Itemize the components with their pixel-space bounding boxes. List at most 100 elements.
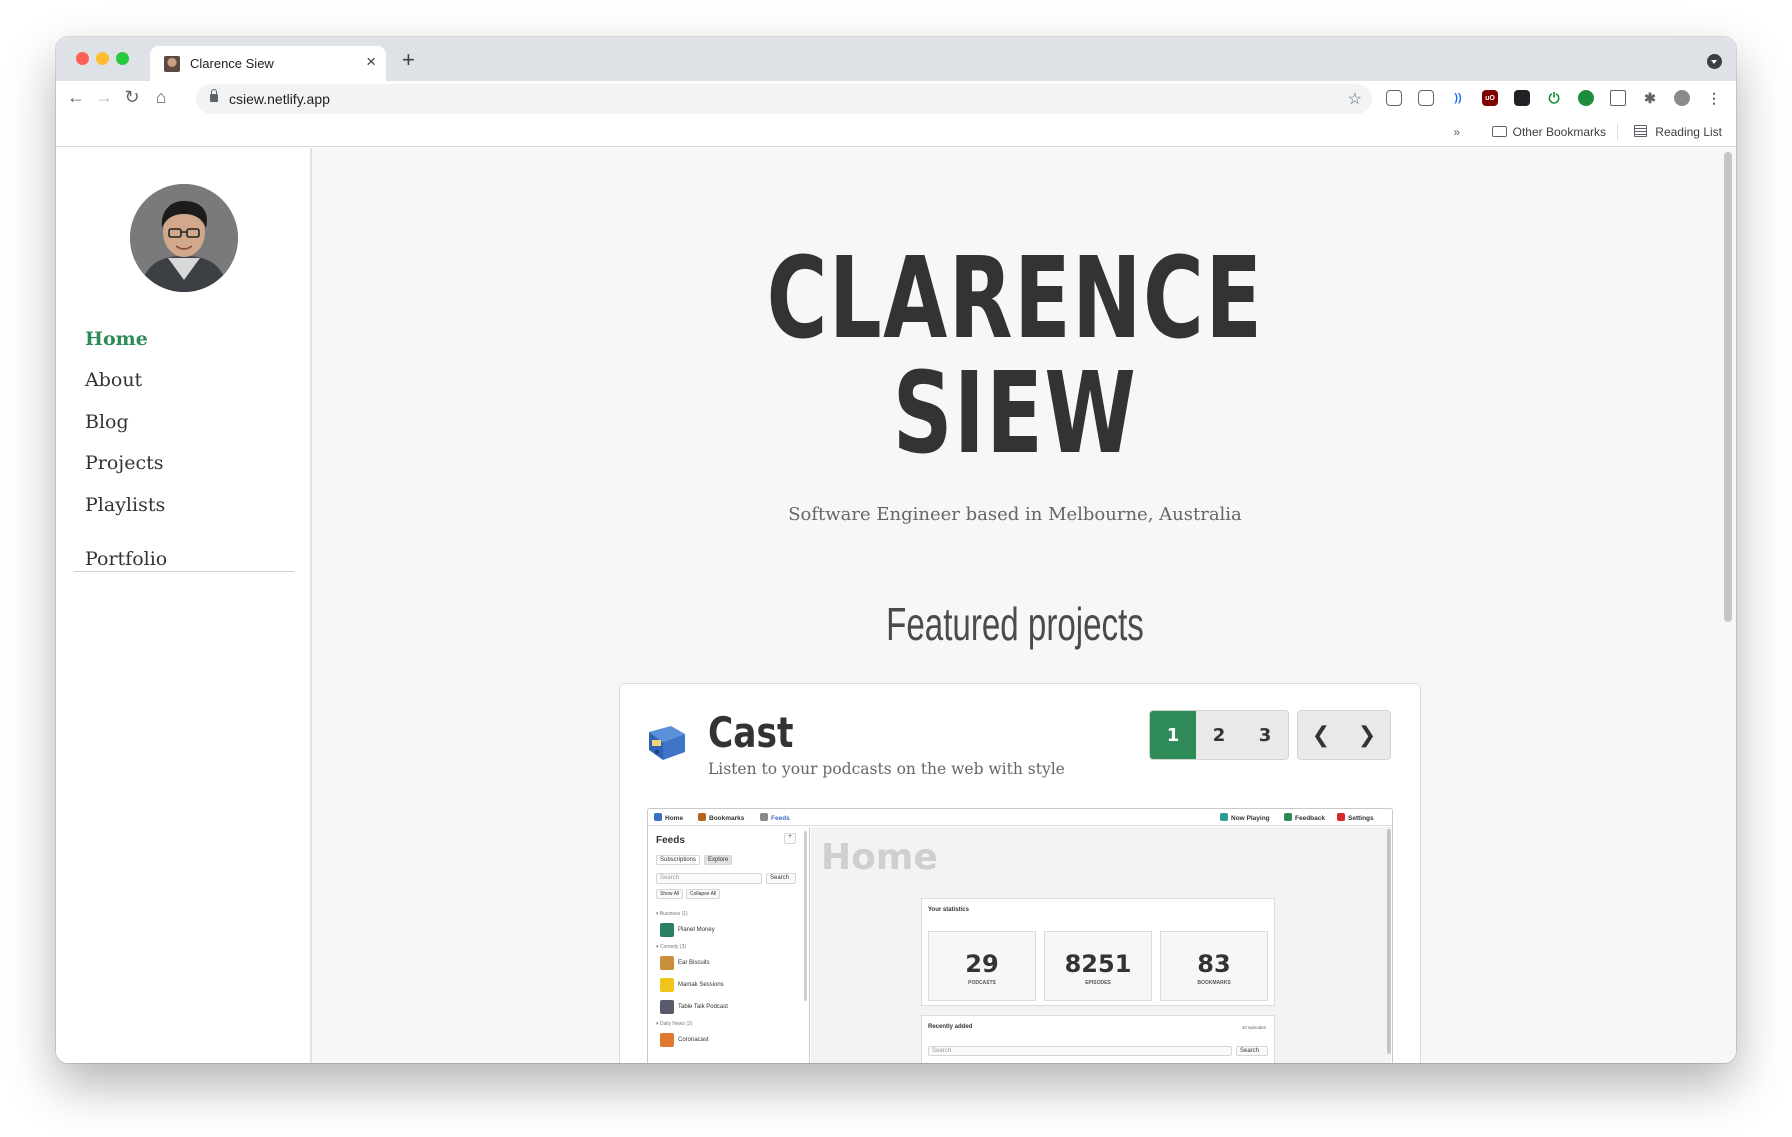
avatar xyxy=(130,184,238,292)
reading-list-label: Reading List xyxy=(1655,125,1722,139)
new-tab-icon[interactable]: + xyxy=(402,47,415,73)
extensions-puzzle-icon[interactable]: ✱ xyxy=(1642,90,1658,106)
screenshot-nav-feeds: Feeds xyxy=(760,813,790,822)
kebab-menu-icon[interactable]: ⋮ xyxy=(1706,90,1722,106)
page-3-button[interactable]: 3 xyxy=(1242,711,1288,759)
extension-badge-icon[interactable] xyxy=(1514,90,1530,106)
pocket-icon[interactable] xyxy=(1386,90,1402,106)
screenshot-group-label: ▾ Comedy (3) xyxy=(656,944,687,950)
sidebar-divider xyxy=(74,571,294,572)
screenshot-stat-episodes: 8251 EPISODES xyxy=(1044,931,1152,1001)
screenshot-sidebar: Feeds + Subscriptions Explore Search Sea… xyxy=(648,827,810,1063)
hero-name-line1: CLARENCE xyxy=(766,234,1264,364)
tab-strip: Clarence Siew × + xyxy=(56,37,1736,81)
project-arrows: ❮ ❯ xyxy=(1297,710,1391,760)
sidebar: Home About Blog Projects Playlists Portf… xyxy=(56,148,312,1063)
settings-icon xyxy=(1337,813,1345,821)
screenshot-collapse-all-button: Collapse All xyxy=(686,889,721,899)
close-window-button[interactable] xyxy=(76,52,89,65)
page-1-button[interactable]: 1 xyxy=(1150,711,1196,759)
page-2-button[interactable]: 2 xyxy=(1196,711,1242,759)
sidebar-item-about[interactable]: About xyxy=(85,369,142,391)
back-icon[interactable]: ← xyxy=(64,87,88,108)
screenshot-feed-item: Ear Biscuits xyxy=(678,960,710,966)
sidebar-item-projects[interactable]: Projects xyxy=(85,452,163,474)
screenshot-nav-now-playing: Now Playing xyxy=(1220,813,1270,822)
screenshot-main-scrollbar xyxy=(1387,829,1391,1054)
picture-in-picture-icon[interactable] xyxy=(1418,90,1434,106)
screenshot-stat-podcasts: 29 PODCASTS xyxy=(928,931,1036,1001)
reading-list[interactable]: Reading List xyxy=(1634,125,1722,139)
lock-icon xyxy=(210,89,218,102)
ublock-icon[interactable]: uO xyxy=(1482,90,1498,106)
tagline: Software Engineer based in Melbourne, Au… xyxy=(788,504,1242,525)
browser-window: Clarence Siew × + ← → ↻ ⌂ csiew.netlify.… xyxy=(56,37,1736,1063)
bookmarks-bar: » Other Bookmarks Reading List xyxy=(56,117,1736,147)
power-icon[interactable]: ⏻ xyxy=(1546,90,1562,106)
profile-avatar-icon[interactable] xyxy=(1674,90,1690,106)
bookmark-star-icon[interactable]: ☆ xyxy=(1348,89,1362,109)
folder-icon xyxy=(1491,126,1507,137)
main-content: CLARENCE SIEW Software Engineer based in… xyxy=(314,148,1724,1063)
previous-project-button[interactable]: ❮ xyxy=(1298,711,1344,759)
screenshot-stats-panel: Your statistics 29 PODCASTS 8251 EPISODE… xyxy=(921,898,1275,1006)
reload-icon[interactable]: ↻ xyxy=(120,87,144,108)
close-tab-icon[interactable]: × xyxy=(366,52,376,72)
browser-tab[interactable]: Clarence Siew × xyxy=(150,46,386,81)
next-project-button[interactable]: ❯ xyxy=(1344,711,1390,759)
screenshot-show-all-button: Show All xyxy=(656,889,684,899)
feeds-icon xyxy=(760,813,768,821)
screenshot-nav-bookmarks: Bookmarks xyxy=(698,813,744,822)
screenshot-feed-item: Planet Money xyxy=(678,927,715,933)
screenshot-group-label: ▾ Business (1) xyxy=(656,911,688,917)
radio-app-icon xyxy=(649,726,685,760)
mamak-sessions-icon xyxy=(660,978,674,992)
sidebar-item-blog[interactable]: Blog xyxy=(85,411,129,433)
forward-icon[interactable]: → xyxy=(92,87,116,108)
home-icon[interactable]: ⌂ xyxy=(149,87,173,108)
screenshot-recent-search: Search xyxy=(928,1046,1232,1056)
bookmarks-icon xyxy=(698,813,706,821)
screenshot-nav-home: Home xyxy=(654,813,683,822)
screenshot-nav-feedback: Feedback xyxy=(1284,813,1325,822)
ear-biscuits-icon xyxy=(660,956,674,970)
screenshot-feed-item: Coronacast xyxy=(678,1037,709,1043)
screenshot-recent-panel: Recently added 10 episodes Search Search xyxy=(921,1015,1275,1063)
sidebar-item-home[interactable]: Home xyxy=(85,328,148,350)
screenshot-add-button: + xyxy=(784,833,796,844)
screenshot-feed-item: Mamak Sessions xyxy=(678,982,724,988)
bookmarks-overflow-icon[interactable]: » xyxy=(1453,125,1460,139)
screenshot-recent-title: Recently added xyxy=(928,1024,973,1030)
grammar-extension-icon[interactable] xyxy=(1578,90,1594,106)
broadcast-icon[interactable]: )) xyxy=(1450,90,1466,106)
screenshot-group-label: ▾ Daily News (2) xyxy=(656,1021,693,1027)
project-screenshot: Home Bookmarks Feeds Now Playing Feedbac… xyxy=(647,808,1393,1063)
tab-search-icon[interactable] xyxy=(1707,54,1722,69)
screenshot-feeds-title: Feeds xyxy=(656,835,685,846)
project-pager: 1 2 3 xyxy=(1149,710,1289,760)
zoom-window-button[interactable] xyxy=(116,52,129,65)
table-talk-icon xyxy=(660,1000,674,1014)
sidebar-item-playlists[interactable]: Playlists xyxy=(85,494,165,516)
screenshot-recent-count: 10 episodes xyxy=(1241,1025,1266,1030)
screenshot-nav: Home Bookmarks Feeds Now Playing Feedbac… xyxy=(648,809,1392,826)
screenshot-recent-search-button: Search xyxy=(1236,1046,1268,1056)
screenshot-stat-bookmarks: 83 BOOKMARKS xyxy=(1160,931,1268,1001)
page-scrollbar[interactable] xyxy=(1724,152,1732,622)
page-viewport: Home About Blog Projects Playlists Portf… xyxy=(56,148,1736,1063)
copy-icon[interactable] xyxy=(1610,90,1626,106)
screenshot-stats-title: Your statistics xyxy=(928,907,969,913)
bookmarks-separator xyxy=(1617,124,1618,140)
minimize-window-button[interactable] xyxy=(96,52,109,65)
screenshot-sidebar-scrollbar xyxy=(804,831,807,1001)
feedback-icon xyxy=(1284,813,1292,821)
coronacast-icon xyxy=(660,1033,674,1047)
address-bar[interactable]: csiew.netlify.app ☆ xyxy=(196,84,1372,114)
screenshot-tab-subscriptions: Subscriptions xyxy=(656,855,701,865)
other-bookmarks[interactable]: Other Bookmarks xyxy=(1491,125,1606,139)
sidebar-item-portfolio[interactable]: Portfolio xyxy=(85,548,167,570)
screenshot-main: Home Your statistics 29 PODCASTS 8251 EP… xyxy=(811,827,1391,1063)
other-bookmarks-label: Other Bookmarks xyxy=(1512,125,1606,139)
site-favicon-icon xyxy=(164,56,180,72)
url-text[interactable]: csiew.netlify.app xyxy=(229,91,330,107)
